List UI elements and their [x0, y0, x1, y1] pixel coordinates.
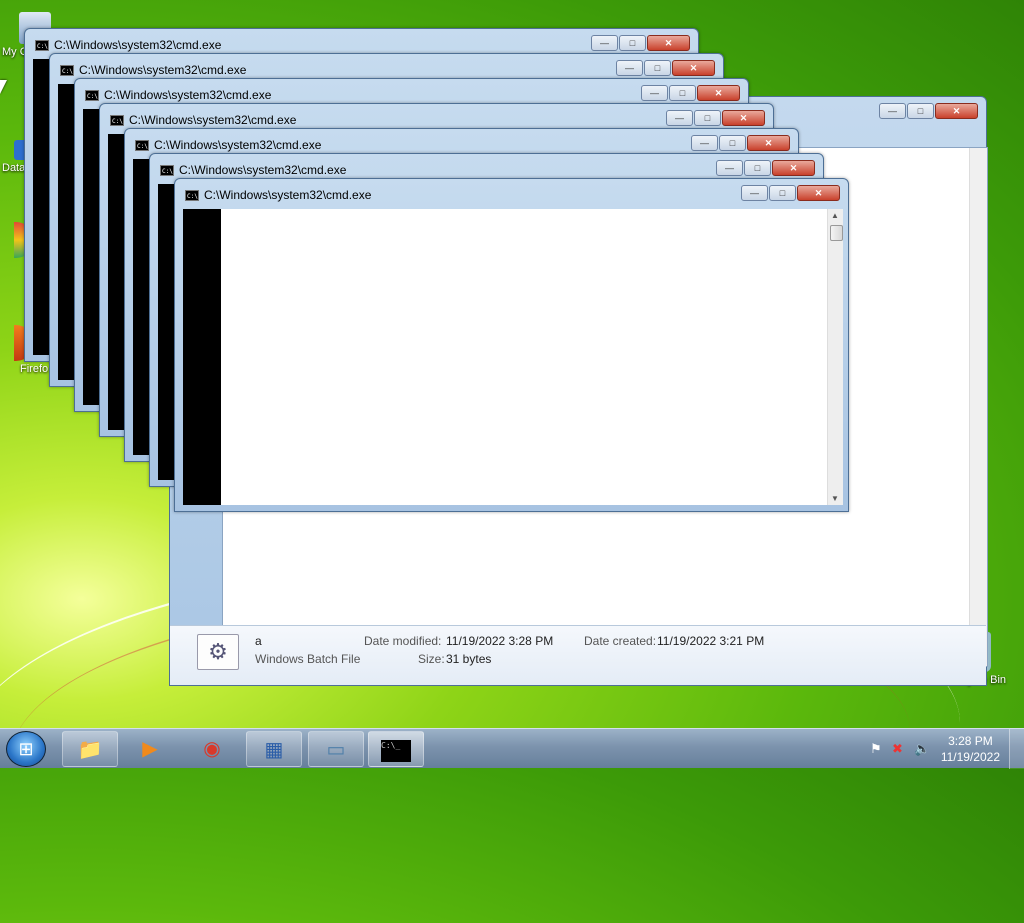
window-caption-buttons: — □ ✕ — [716, 160, 815, 176]
chrome-icon: ◉ — [203, 738, 221, 760]
close-button[interactable]: ✕ — [772, 160, 815, 176]
maximize-button[interactable]: □ — [907, 103, 934, 119]
window-title: C:\ C:\Windows\system32\cmd.exe — [60, 63, 247, 77]
vertical-scrollbar[interactable] — [969, 148, 987, 666]
date-created-value: 11/19/2022 3:21 PM — [657, 634, 765, 648]
folder-icon: 📁 — [77, 739, 103, 761]
maximize-button[interactable]: □ — [744, 160, 771, 176]
taskbar-button-chrome[interactable]: ◉ — [184, 731, 240, 767]
system-tray: ⚑ ✖ 🔈 3:28 PM 11/19/2022 — [854, 729, 1024, 769]
minimize-button[interactable]: — — [666, 110, 693, 126]
maximize-button[interactable]: □ — [644, 60, 671, 76]
window-title: C:\ C:\Windows\system32\cmd.exe — [160, 163, 347, 177]
date-modified-label: Date modified: — [364, 634, 442, 648]
maximize-button[interactable]: □ — [669, 85, 696, 101]
clock-date: 11/19/2022 — [940, 750, 1000, 764]
close-button[interactable]: ✕ — [647, 35, 690, 51]
media-player-icon: ▶ — [142, 738, 158, 760]
size-value: 31 bytes — [446, 652, 492, 666]
size-label: Size: — [418, 652, 445, 666]
details-pane: ⚙ a Windows Batch File Date modified: 11… — [170, 625, 986, 685]
minimize-button[interactable]: — — [641, 85, 668, 101]
cmd-icon: C:\ — [35, 39, 49, 51]
cmd-icon: C:\ — [185, 189, 199, 201]
close-button[interactable]: ✕ — [697, 85, 740, 101]
window-caption-buttons: — □ ✕ — [879, 103, 978, 119]
close-button[interactable]: ✕ — [935, 103, 978, 119]
control-panel-icon: ▦ — [264, 739, 284, 761]
clock[interactable]: 3:28 PM 11/19/2022 — [941, 733, 1000, 765]
window-title: C:\ C:\Windows\system32\cmd.exe — [35, 38, 222, 52]
scroll-thumb[interactable] — [830, 225, 843, 241]
window-title: C:\ C:\Windows\system32\cmd.exe — [110, 113, 297, 127]
maximize-button[interactable]: □ — [769, 185, 796, 201]
cmd-icon: C:\ — [160, 164, 174, 176]
close-button[interactable]: ✕ — [797, 185, 840, 201]
clock-time: 3:28 PM — [948, 734, 993, 748]
window-caption-buttons: — □ ✕ — [641, 85, 740, 101]
notepad-icon: ▭ — [326, 739, 346, 761]
taskbar-button-control-panel[interactable]: ▦ — [246, 731, 302, 767]
console-buffer[interactable] — [221, 209, 827, 505]
minimize-button[interactable]: — — [741, 185, 768, 201]
cmd-icon: C:\ — [85, 89, 99, 101]
window-caption-buttons: — □ ✕ — [691, 135, 790, 151]
window-title: C:\ C:\Windows\system32\cmd.exe — [85, 88, 272, 102]
window-title: C:\ C:\Windows\system32\cmd.exe — [135, 138, 322, 152]
start-button[interactable]: ⊞ — [6, 731, 46, 767]
action-center-icon[interactable]: ⚑ — [870, 741, 882, 757]
taskbar-button-media-player[interactable]: ▶ — [122, 731, 178, 767]
scroll-down-arrow[interactable]: ▼ — [831, 494, 839, 503]
show-desktop-button[interactable] — [1009, 729, 1024, 769]
maximize-button[interactable]: □ — [719, 135, 746, 151]
cmd-icon: C:\ — [60, 64, 74, 76]
batch-file-icon: ⚙ — [197, 634, 239, 670]
window-caption-buttons: — □ ✕ — [591, 35, 690, 51]
maximize-button[interactable]: □ — [694, 110, 721, 126]
minimize-button[interactable]: — — [879, 103, 906, 119]
window-caption-buttons: — □ ✕ — [741, 185, 840, 201]
taskbar: ⊞ 📁 ▶ ◉ ▦ ▭ C:\_ ⚑ ✖ 🔈 3:28 PM 11/19/202… — [0, 728, 1024, 769]
window-title: C:\ C:\Windows\system32\cmd.exe — [185, 188, 372, 202]
close-button[interactable]: ✕ — [722, 110, 765, 126]
scroll-up-arrow[interactable]: ▲ — [831, 211, 839, 220]
cmd-icon: C:\_ — [381, 739, 411, 762]
minimize-button[interactable]: — — [591, 35, 618, 51]
taskbar-button-explorer[interactable]: 📁 — [62, 731, 118, 767]
minimize-button[interactable]: — — [691, 135, 718, 151]
taskbar-button-cmd[interactable]: C:\_ — [368, 731, 424, 767]
close-button[interactable]: ✕ — [747, 135, 790, 151]
volume-icon[interactable]: 🔈 — [914, 741, 930, 757]
file-type: Windows Batch File — [255, 652, 361, 666]
window-caption-buttons: — □ ✕ — [616, 60, 715, 76]
file-name: a — [255, 634, 262, 648]
window-caption-buttons: — □ ✕ — [666, 110, 765, 126]
close-button[interactable]: ✕ — [672, 60, 715, 76]
taskbar-button-notepad[interactable]: ▭ — [308, 731, 364, 767]
cmd-icon: C:\ — [135, 139, 149, 151]
maximize-button[interactable]: □ — [619, 35, 646, 51]
network-icon[interactable]: ✖ — [892, 741, 903, 757]
vertical-scrollbar[interactable]: ▲▼ — [827, 209, 843, 505]
minimize-button[interactable]: — — [616, 60, 643, 76]
date-created-label: Date created: — [584, 634, 657, 648]
date-modified-value: 11/19/2022 3:28 PM — [446, 634, 554, 648]
mouse-cursor — [0, 80, 7, 94]
cmd-icon: C:\ — [110, 114, 124, 126]
minimize-button[interactable]: — — [716, 160, 743, 176]
console-area[interactable] — [183, 209, 221, 505]
cmd-window-active[interactable]: C:\ C:\Windows\system32\cmd.exe — □ ✕ ▲ ▼ — [174, 178, 849, 512]
